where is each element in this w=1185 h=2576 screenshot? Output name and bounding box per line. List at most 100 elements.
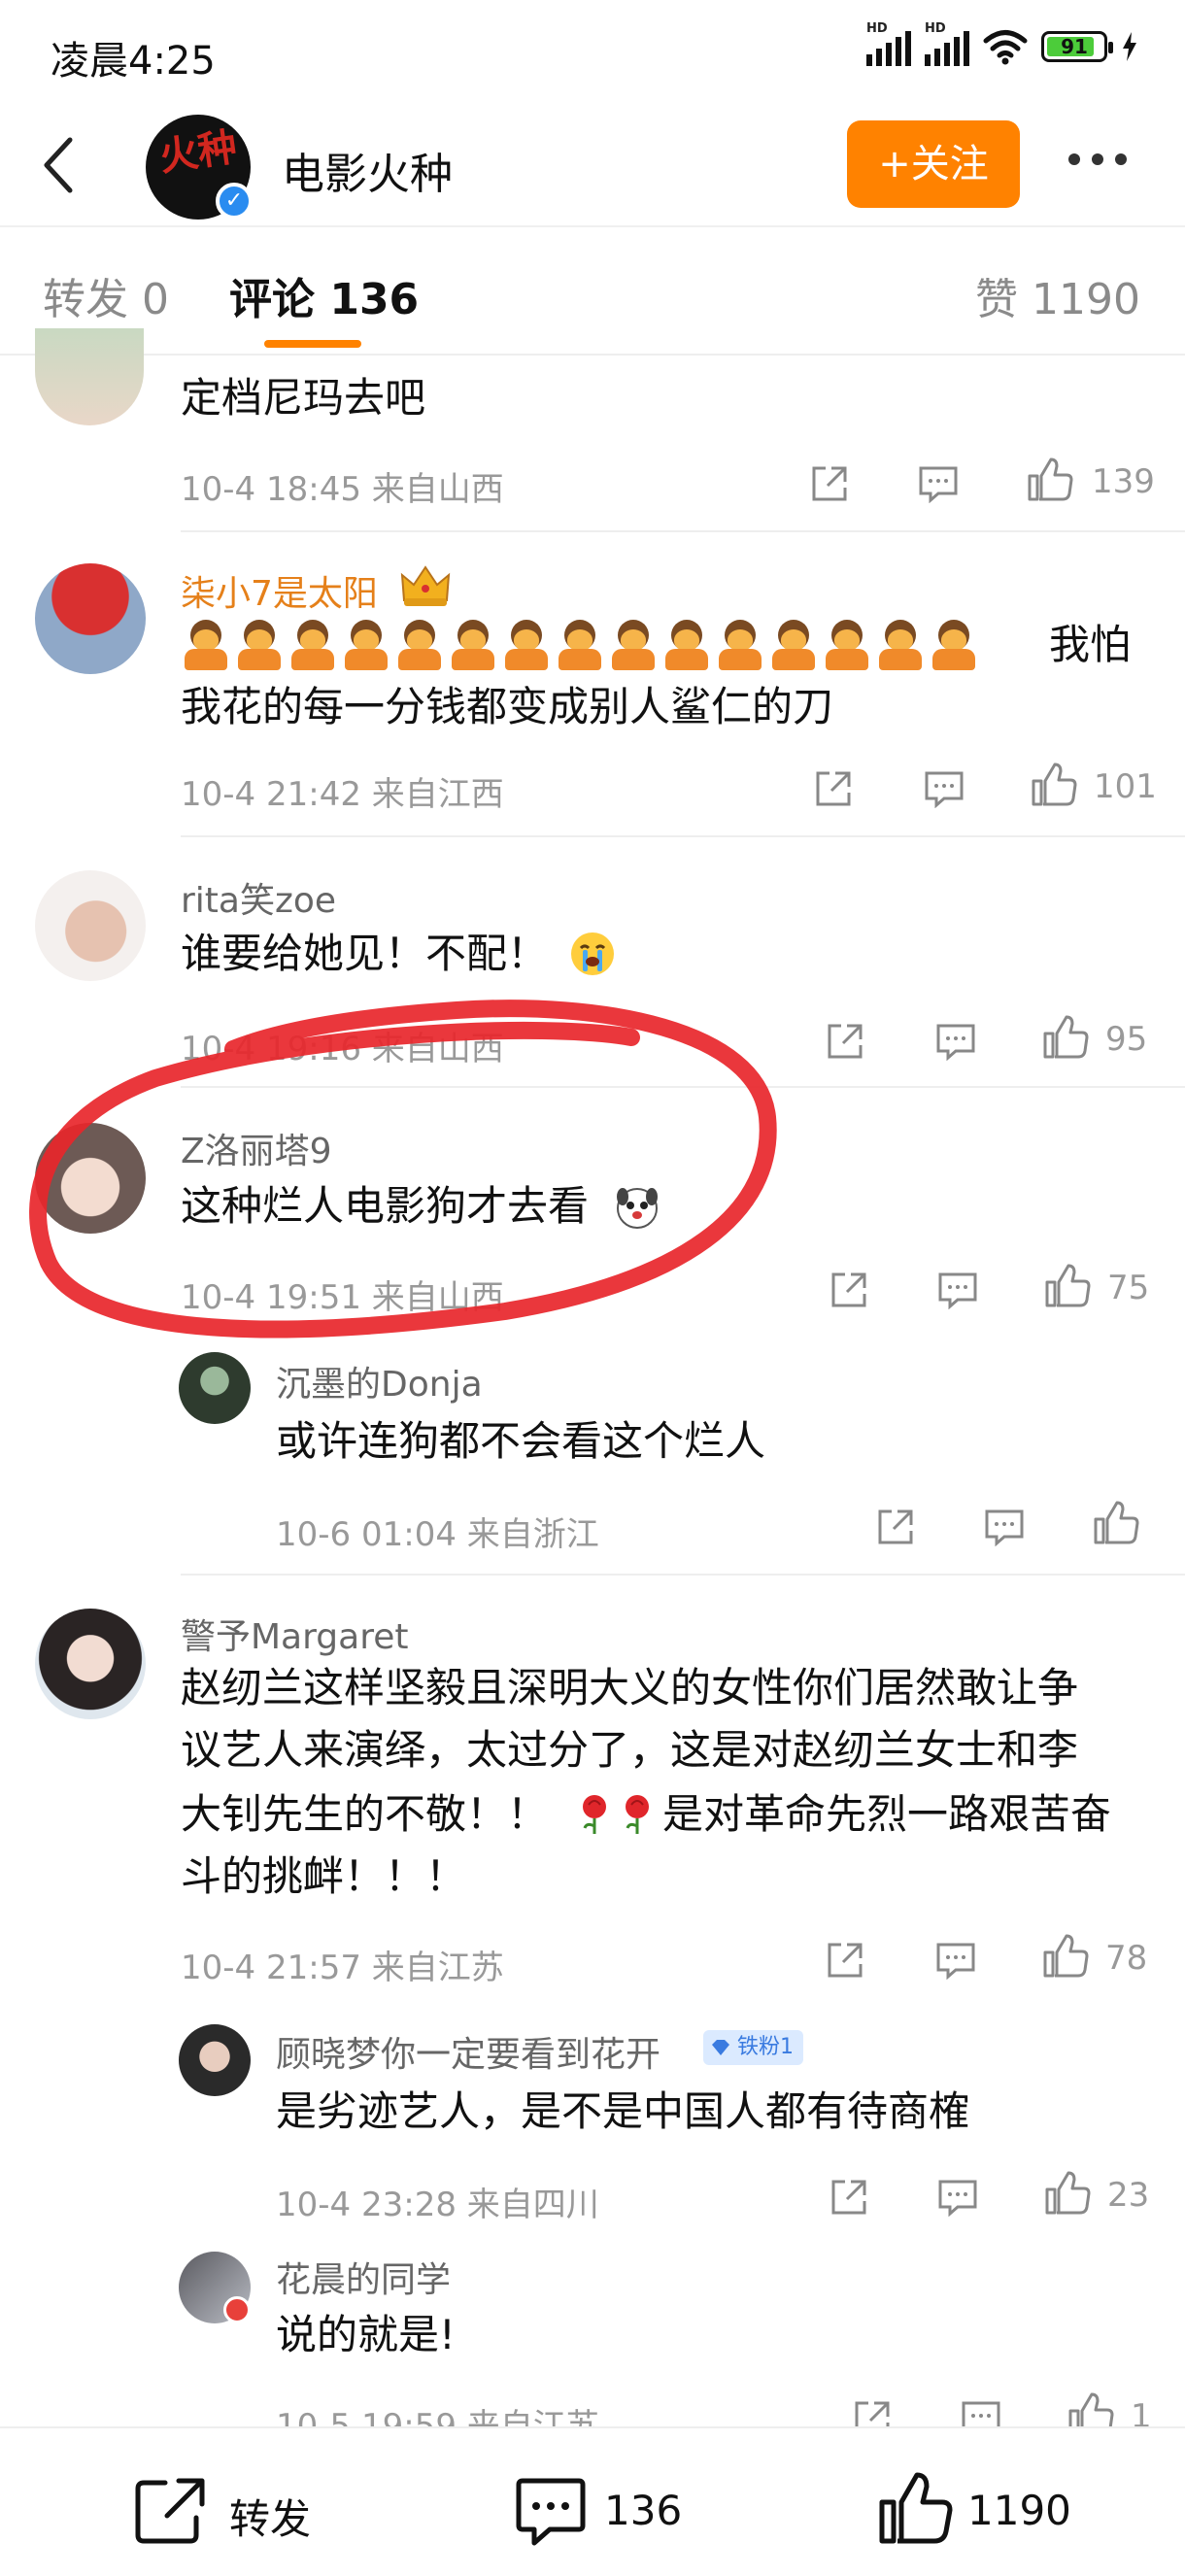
user-avatar[interactable] (35, 870, 146, 981)
reply-icon[interactable] (983, 1508, 1026, 1546)
like-icon[interactable] (1043, 1263, 1092, 1309)
like-count: 23 (1107, 2176, 1150, 2215)
divider (0, 225, 1185, 227)
crying-face-emoji-icon (571, 932, 614, 975)
divider (0, 354, 1185, 356)
bowing-emoji-icon (929, 620, 979, 670)
charging-icon (1123, 32, 1136, 61)
user-badge-icon (223, 2296, 251, 2323)
back-arrow-icon[interactable] (39, 136, 78, 194)
divider (181, 1574, 1185, 1576)
bowing-emoji-icon (715, 620, 765, 670)
status-icons: HD HD 91 (866, 21, 1138, 66)
account-name[interactable]: 电影火种 (282, 139, 453, 201)
bowing-emoji-icon (448, 620, 498, 670)
share-icon[interactable] (874, 1506, 917, 1548)
share-icon[interactable] (824, 1020, 866, 1063)
comment-text: 我花的每一分钱都变成别人鲨仁的刀 (181, 683, 834, 730)
divider (181, 835, 1185, 837)
verified-badge-icon: ✓ (216, 183, 253, 220)
bowing-emoji-icon (768, 620, 819, 670)
username[interactable]: Z洛丽塔9 (181, 1123, 332, 1173)
bowing-emoji-icon (608, 620, 659, 670)
more-options-icon[interactable] (1068, 153, 1127, 165)
crown-badge-icon (400, 565, 451, 606)
wifi-icon (983, 30, 1028, 65)
bowing-emoji-icon (234, 620, 285, 670)
active-tab-indicator (264, 340, 361, 348)
username[interactable]: 柒小7是太阳 (181, 565, 378, 616)
comment-text: 我怕 (1049, 621, 1132, 668)
share-icon[interactable] (808, 462, 851, 505)
tab-likes[interactable]: 赞 1190 (975, 264, 1140, 326)
reply-icon[interactable] (934, 1022, 977, 1061)
comment-text: 是对革命先烈一路艰苦奋 (662, 1790, 1112, 1838)
bowing-emoji-icon (875, 620, 926, 670)
like-icon[interactable] (1041, 1014, 1090, 1061)
share-icon[interactable] (828, 1269, 870, 1311)
reply-icon[interactable] (936, 1271, 979, 1309)
like-icon[interactable] (1026, 457, 1074, 503)
bowing-emoji-icon (341, 620, 391, 670)
signal-icon: HD (925, 21, 969, 66)
battery-icon: 91 (1041, 31, 1113, 62)
user-avatar[interactable] (35, 563, 146, 674)
like-icon[interactable] (1092, 1500, 1140, 1546)
share-icon[interactable] (824, 1939, 866, 1982)
reply-icon[interactable] (936, 2178, 979, 2217)
like-count: 139 (1092, 462, 1155, 501)
rose-emoji-icon (583, 1795, 606, 1834)
comment-meta: 10-4 18:45 来自山西 (181, 470, 504, 509)
divider (181, 530, 1185, 532)
comment-meta: 10-4 19:51 来自山西 (181, 1278, 504, 1317)
username[interactable]: 沉墨的Donja (276, 1356, 483, 1407)
reply-icon[interactable] (934, 1941, 977, 1980)
divider (181, 1086, 1185, 1088)
signal-icon: HD (866, 21, 911, 66)
user-avatar[interactable] (35, 1123, 146, 1234)
like-count: 101 (1094, 767, 1157, 806)
tab-repost[interactable]: 转发 0 (43, 264, 169, 326)
comment-text: 斗的挑衅！！！ (181, 1852, 467, 1900)
like-icon[interactable] (1043, 2170, 1092, 2217)
user-avatar[interactable] (35, 328, 144, 425)
comment-text: 赵纫兰这样坚毅且深明大义的女性你们居然敢让争 (181, 1664, 1079, 1712)
reply-icon[interactable] (917, 464, 960, 503)
user-avatar[interactable] (179, 2024, 251, 2096)
diamond-icon (712, 2040, 729, 2055)
share-icon[interactable] (828, 2176, 870, 2219)
comment-count-label[interactable]: 136 (604, 2487, 682, 2534)
comment-meta: 10-4 21:57 来自江苏 (181, 1949, 504, 1987)
username[interactable]: rita笑zoe (181, 872, 336, 923)
username[interactable]: 花晨的同学 (276, 2252, 451, 2302)
bowing-emoji-icon (288, 620, 338, 670)
like-icon[interactable] (1041, 1933, 1090, 1980)
comment-meta: 10-4 21:42 来自江西 (181, 775, 504, 814)
rose-emoji-icon (626, 1795, 649, 1834)
username[interactable]: 顾晓梦你一定要看到花开 (276, 2026, 660, 2077)
follow-button[interactable]: +关注 (847, 120, 1020, 208)
comment-meta: 10-4 23:28 来自四川 (276, 2186, 599, 2224)
status-time: 凌晨4:25 (51, 39, 216, 84)
share-icon[interactable] (812, 767, 855, 810)
comment-text: 这种烂人电影狗才去看 (181, 1182, 590, 1230)
tab-comments[interactable]: 评论 136 (229, 264, 419, 326)
user-avatar[interactable] (179, 1352, 251, 1424)
like-icon[interactable] (876, 2471, 954, 2545)
user-avatar[interactable] (35, 1609, 146, 1719)
reply-icon[interactable] (923, 769, 965, 808)
bowing-emoji-icon (394, 620, 445, 670)
like-icon[interactable] (1030, 762, 1078, 808)
bowing-emoji-icon (822, 620, 872, 670)
emoji-row (181, 620, 979, 670)
like-count: 95 (1105, 1020, 1148, 1059)
comment-text: 谁要给她见！不配！ (181, 930, 549, 977)
comment-text: 大钊先生的不敬！！ (181, 1790, 549, 1838)
username[interactable]: 警予Margaret (181, 1609, 408, 1659)
repost-button-label[interactable]: 转发 (229, 2487, 311, 2546)
comment-text: 定档尼玛去吧 (181, 374, 426, 422)
repost-icon[interactable] (134, 2475, 210, 2545)
bowing-emoji-icon (661, 620, 712, 670)
like-count-label[interactable]: 1190 (967, 2487, 1071, 2534)
comment-icon[interactable] (513, 2477, 589, 2547)
